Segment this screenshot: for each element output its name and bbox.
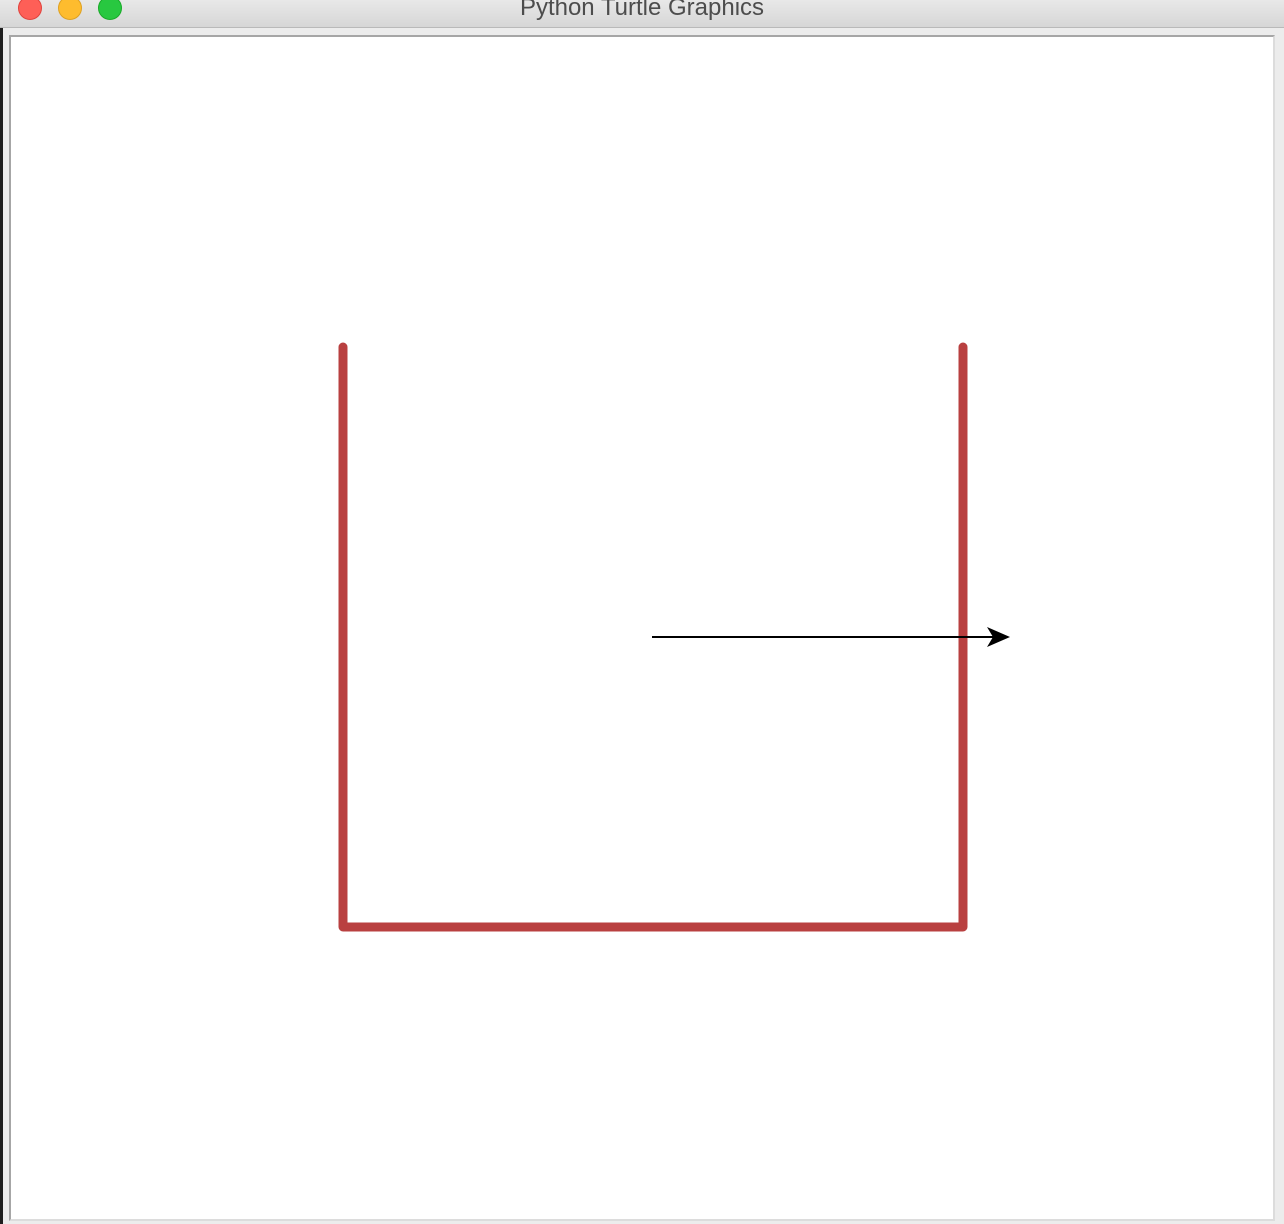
turtle-canvas[interactable]	[13, 39, 1271, 1217]
canvas-frame	[9, 35, 1275, 1221]
window-title: Python Turtle Graphics	[519, 0, 765, 21]
turtle-arrow-icon	[652, 627, 1010, 647]
turtle-window: Python Turtle Graphics	[0, 0, 1284, 1224]
drawing-surface	[338, 342, 1010, 932]
background-window-edge	[0, 0, 3, 1224]
title-bar[interactable]: Python Turtle Graphics	[0, 0, 1284, 28]
